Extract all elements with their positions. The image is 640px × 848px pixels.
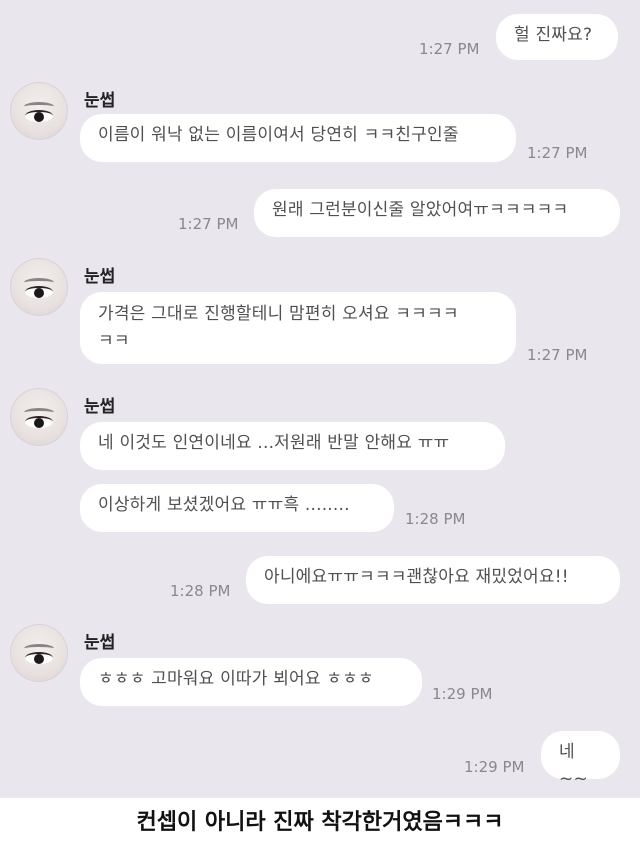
message-bubble-outgoing[interactable]: 네~~ <box>541 731 620 789</box>
pupil-shape <box>34 418 44 428</box>
message-time: 1:27 PM <box>419 40 480 58</box>
message-bubble-incoming[interactable]: ㅎㅎㅎ 고마워요 이따가 뵈어요 ㅎㅎㅎ <box>80 658 422 706</box>
message-bubble-incoming[interactable]: 가격은 그대로 진행할테니 맘편히 오셔요 ㅋㅋㅋㅋ ㅋㅋ <box>80 292 516 364</box>
caption-text: 컨셉이 아니라 진짜 착각한거였음ㅋㅋㅋ <box>0 798 640 848</box>
message-time: 1:27 PM <box>527 346 588 364</box>
sender-name: 눈썹 <box>84 91 116 111</box>
message-bubble-incoming[interactable]: 이상하게 보셨겠어요 ㅠㅠ흑 ........ <box>80 484 394 532</box>
chat-area: 1:27 PM 헐 진짜요? 눈썹 이름이 워낙 없는 이름이여서 당연히 ㅋㅋ… <box>0 0 640 798</box>
pupil-shape <box>34 288 44 298</box>
message-time: 1:29 PM <box>464 758 525 776</box>
message-bubble-outgoing[interactable]: 아니에요ㅠㅠㅋㅋㅋ괜찮아요 재밌었어요!! <box>246 556 620 604</box>
message-time: 1:28 PM <box>405 510 466 528</box>
eye-shape <box>25 416 53 428</box>
sender-name: 눈썹 <box>84 397 116 417</box>
avatar-icon[interactable] <box>10 624 68 682</box>
message-time: 1:27 PM <box>178 215 239 233</box>
sender-name: 눈썹 <box>84 267 116 287</box>
message-time: 1:28 PM <box>170 582 231 600</box>
message-time: 1:29 PM <box>432 685 493 703</box>
eye-shape <box>25 652 53 664</box>
sender-name: 눈썹 <box>84 633 116 653</box>
message-text-line: ㅋㅋ <box>98 331 130 351</box>
message-time: 1:27 PM <box>527 144 588 162</box>
avatar-icon[interactable] <box>10 82 68 140</box>
eye-shape <box>25 110 53 122</box>
message-text-line: 가격은 그대로 진행할테니 맘편히 오셔요 ㅋㅋㅋㅋ <box>98 304 459 324</box>
eye-shape <box>25 286 53 298</box>
message-bubble-outgoing[interactable]: 원래 그런분이신줄 알았어여ㅠㅋㅋㅋㅋㅋ <box>254 189 620 237</box>
avatar-icon[interactable] <box>10 258 68 316</box>
message-bubble-incoming[interactable]: 이름이 워낙 없는 이름이여서 당연히 ㅋㅋ친구인줄 <box>80 114 516 162</box>
pupil-shape <box>34 112 44 122</box>
avatar-icon[interactable] <box>10 388 68 446</box>
pupil-shape <box>34 654 44 664</box>
message-bubble-outgoing[interactable]: 헐 진짜요? <box>496 14 618 60</box>
message-bubble-incoming[interactable]: 네 이것도 인연이네요 ...저원래 반말 안해요 ㅠㅠ <box>80 422 505 470</box>
